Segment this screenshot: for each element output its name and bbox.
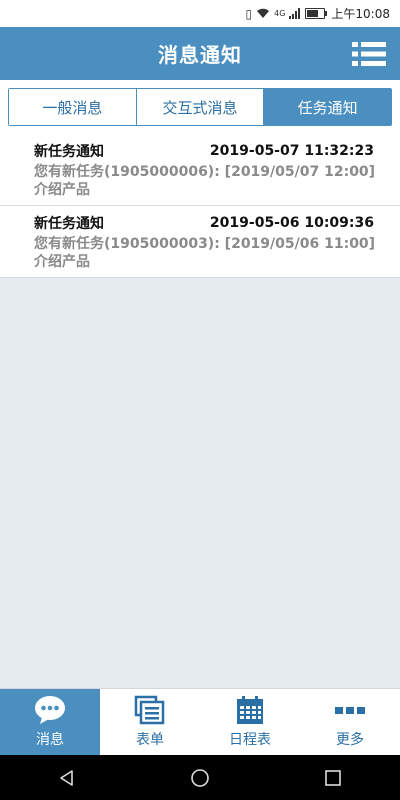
nav-label: 更多: [336, 732, 364, 748]
notification-body: 您有新任务(1905000003): [2019/05/06 11:00] 介绍…: [34, 235, 386, 271]
status-bar: ▯ 4G 上午10:08: [0, 0, 400, 27]
back-triangle-icon: [59, 769, 73, 786]
list-item[interactable]: 新任务通知 2019-05-07 11:32:23 您有新任务(19050000…: [0, 134, 400, 206]
nav-item-more[interactable]: 更多: [300, 689, 400, 755]
nav-label: 消息: [36, 732, 64, 748]
notification-body-line: 介绍产品: [34, 254, 90, 270]
tab-interactive-messages[interactable]: 交互式消息: [136, 89, 265, 125]
chat-bubble-icon: [35, 696, 65, 724]
back-button[interactable]: [47, 763, 87, 793]
signal-label: 4G: [274, 9, 286, 18]
tab-task-notifications[interactable]: 任务通知: [264, 89, 392, 125]
vibrate-icon: ▯: [245, 6, 253, 21]
home-circle-icon: [191, 768, 209, 787]
list-menu-icon: [352, 42, 386, 66]
notification-title: 新任务通知: [34, 144, 104, 160]
nav-item-forms[interactable]: 表单: [100, 689, 200, 755]
list-item[interactable]: 新任务通知 2019-05-06 10:09:36 您有新任务(19050000…: [0, 206, 400, 278]
system-nav-bar: [0, 755, 400, 800]
recents-button[interactable]: [313, 763, 353, 793]
notification-body-line: 您有新任务(1905000003): [2019/05/06 11:00]: [34, 236, 376, 252]
nav-label: 表单: [136, 732, 164, 748]
notification-list: 新任务通知 2019-05-07 11:32:23 您有新任务(19050000…: [0, 134, 400, 278]
nav-label: 日程表: [229, 732, 271, 748]
menu-button[interactable]: [352, 41, 386, 67]
app-header: 消息通知: [0, 27, 400, 80]
notification-body-line: 介绍产品: [34, 182, 90, 198]
signal-icon: [289, 8, 301, 19]
nav-item-messages[interactable]: 消息: [0, 689, 100, 755]
notification-time: 2019-05-06 10:09:36: [209, 215, 374, 231]
more-dots-icon: [335, 707, 365, 714]
notification-time: 2019-05-07 11:32:23: [209, 143, 374, 159]
home-button[interactable]: [180, 763, 220, 793]
calendar-icon: [237, 696, 263, 724]
status-time: 上午10:08: [331, 7, 390, 21]
notification-body: 您有新任务(1905000006): [2019/05/07 12:00] 介绍…: [34, 163, 386, 199]
notification-title: 新任务通知: [34, 216, 104, 232]
nav-item-calendar[interactable]: 日程表: [200, 689, 300, 755]
bottom-nav: 消息 表单 日程表 更多: [0, 688, 400, 755]
page-title: 消息通知: [158, 43, 242, 67]
tab-general-messages[interactable]: 一般消息: [9, 89, 137, 125]
status-icons: ▯ 4G: [246, 7, 328, 21]
notification-body-line: 您有新任务(1905000006): [2019/05/07 12:00]: [34, 164, 376, 180]
recents-square-icon: [325, 769, 342, 786]
battery-icon: [305, 8, 328, 19]
wifi-icon: [257, 8, 270, 18]
tab-container: 一般消息 交互式消息 任务通知: [0, 80, 400, 134]
forms-icon: [134, 695, 165, 725]
tab-bar: 一般消息 交互式消息 任务通知: [8, 88, 392, 126]
